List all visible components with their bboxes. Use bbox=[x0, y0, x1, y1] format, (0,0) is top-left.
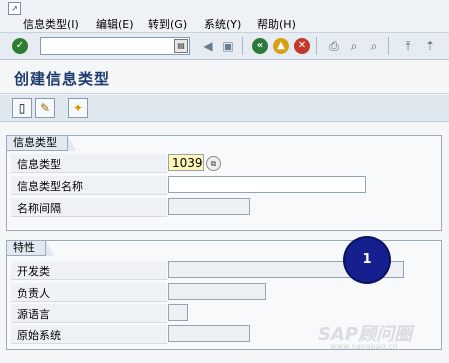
menu-goto[interactable]: 转到(G) bbox=[148, 16, 187, 32]
menu-system[interactable]: 系统(Y) bbox=[204, 16, 241, 32]
back-icon[interactable]: « bbox=[252, 38, 268, 54]
history-icon[interactable]: ▤ bbox=[174, 39, 188, 53]
infotype-name-field[interactable] bbox=[168, 176, 366, 193]
cancel-icon[interactable]: ✕ bbox=[294, 38, 310, 54]
application-toolbar: ▯ ✎ ✦ bbox=[0, 95, 449, 122]
watermark-url: www.sapabap.cn bbox=[330, 342, 398, 351]
toolbar-separator bbox=[316, 37, 317, 55]
back-arrow-icon[interactable]: ◀ bbox=[200, 38, 216, 54]
original-system-field bbox=[168, 325, 250, 342]
save-icon[interactable]: ▣ bbox=[220, 38, 236, 54]
menu-help[interactable]: 帮助(H) bbox=[257, 16, 296, 32]
toolbar-separator bbox=[388, 37, 389, 55]
source-language-row: 源语言 bbox=[11, 304, 167, 323]
menu-infotype[interactable]: 信息类型(I) bbox=[23, 16, 79, 32]
infotype-label: 信息类型 bbox=[17, 158, 61, 171]
infotype-name-label: 信息类型名称 bbox=[17, 180, 83, 193]
enter-icon[interactable]: ✓ bbox=[12, 38, 28, 54]
previous-page-icon[interactable]: ⇡ bbox=[422, 38, 438, 54]
original-system-label: 原始系统 bbox=[17, 329, 61, 342]
find-icon[interactable]: ⌕ bbox=[346, 38, 362, 54]
responsible-field bbox=[168, 283, 266, 300]
menu-edit[interactable]: 编辑(E) bbox=[96, 16, 134, 32]
group-infotype: 信息类型 信息类型 1039 ⧉ 信息类型名称 名称间隔 bbox=[6, 135, 442, 231]
page-title: 创建信息类型 bbox=[14, 70, 111, 88]
dev-class-label: 开发类 bbox=[17, 265, 50, 278]
system-icon[interactable]: ↗ bbox=[8, 2, 21, 15]
original-system-row: 原始系统 bbox=[11, 325, 167, 344]
menu-bar: ↗ 信息类型(I) 编辑(E) 转到(G) 系统(Y) 帮助(H) bbox=[0, 0, 449, 33]
command-field[interactable] bbox=[40, 37, 190, 55]
infotype-search-help-icon[interactable]: ⧉ bbox=[206, 156, 221, 171]
responsible-label: 负责人 bbox=[17, 287, 50, 300]
standard-toolbar: ✓ ▤ ◀ ▣ « ▲ ✕ ⎙ ⌕ ⌕ ⤒ ⇡ bbox=[0, 33, 449, 60]
change-icon[interactable]: ✎ bbox=[35, 98, 55, 118]
infotype-row: 信息类型 bbox=[11, 154, 167, 173]
create-icon[interactable]: ▯ bbox=[12, 98, 32, 118]
find-next-icon[interactable]: ⌕ bbox=[366, 38, 382, 54]
wizard-icon[interactable]: ✦ bbox=[68, 98, 88, 118]
toolbar-separator bbox=[242, 37, 243, 55]
namespace-field bbox=[168, 198, 250, 215]
dev-class-row: 开发类 bbox=[11, 261, 167, 280]
namespace-row: 名称间隔 bbox=[11, 198, 167, 217]
infotype-value: 1039 bbox=[172, 156, 203, 170]
source-language-label: 源语言 bbox=[17, 308, 50, 321]
title-divider bbox=[0, 93, 449, 94]
group-attributes-title: 特性 bbox=[7, 241, 54, 256]
infotype-name-row: 信息类型名称 bbox=[11, 176, 167, 195]
responsible-row: 负责人 bbox=[11, 283, 167, 302]
print-icon[interactable]: ⎙ bbox=[326, 38, 342, 54]
annotation-badge: 1 bbox=[345, 238, 389, 282]
exit-icon[interactable]: ▲ bbox=[273, 38, 289, 54]
source-language-field bbox=[168, 304, 188, 321]
group-infotype-title: 信息类型 bbox=[7, 136, 76, 151]
infotype-field[interactable]: 1039 bbox=[168, 154, 204, 171]
first-page-icon[interactable]: ⤒ bbox=[400, 38, 416, 54]
namespace-label: 名称间隔 bbox=[17, 202, 61, 215]
